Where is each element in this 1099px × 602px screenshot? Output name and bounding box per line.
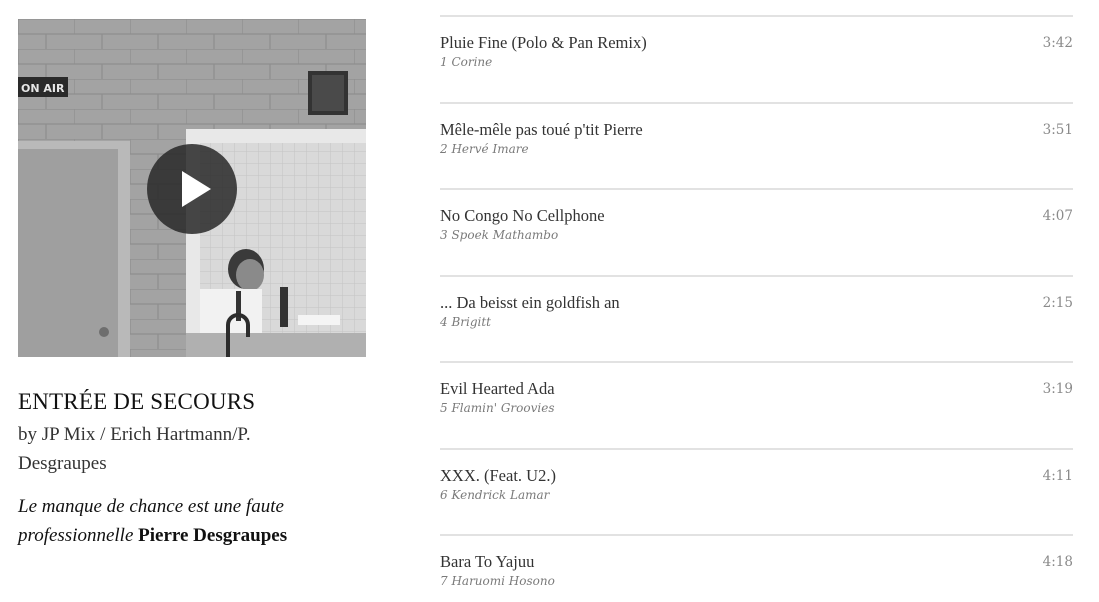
mix-credits: by JP Mix / Erich Hartmann/P. Desgraupes [18,424,251,474]
track-artist: 4 Brigitt [440,314,492,329]
track-artist: 2 Hervé Imare [440,141,529,156]
tracklist: Pluie Fine (Polo & Pan Remix) 1 Corine 3… [440,15,1073,602]
track-duration: 4:18 [1042,554,1073,570]
track-row[interactable]: ... Da beisst ein goldfish an 4 Brigitt … [440,274,1073,362]
track-row[interactable]: Mêle-mêle pas toué p'tit Pierre 2 Hervé … [440,101,1073,189]
track-duration: 3:19 [1042,381,1073,397]
track-title: Mêle-mêle pas toué p'tit Pierre [440,119,643,139]
track-title: Bara To Yajuu [440,552,535,571]
track-duration: 4:07 [1042,208,1073,224]
track-artist: 1 Corine [440,55,493,69]
track-title: Pluie Fine (Polo & Pan Remix) [440,33,647,52]
track-artist: 3 Spoek Mathambo [440,228,559,242]
track-title: XXX. (Feat. U2.) [440,465,556,485]
mix-quote: Le manque de chance est une faute profes… [18,492,358,550]
track-duration: 4:11 [1042,467,1073,484]
track-row[interactable]: No Congo No Cellphone 3 Spoek Mathambo 4… [440,188,1073,275]
track-duration: 3:51 [1042,121,1073,138]
mix-title: ENTRÉE DE SECOURS [18,389,256,414]
svg-text:ON AIR: ON AIR [21,82,65,95]
track-title: No Congo No Cellphone [440,206,605,225]
track-row[interactable]: Pluie Fine (Polo & Pan Remix) 1 Corine 3… [440,15,1073,102]
track-artist: 5 Flamin' Groovies [440,401,555,415]
track-duration: 2:15 [1042,294,1073,311]
mix-page: ON AIR ENTRÉE DE SECOURS by JP Mix / Eri… [0,0,1099,602]
track-row[interactable]: XXX. (Feat. U2.) 6 Kendrick Lamar 4:11 [440,447,1073,535]
play-icon [182,171,211,207]
track-artist: 6 Kendrick Lamar [440,487,550,502]
track-title: ... Da beisst ein goldfish an [440,292,620,312]
play-button[interactable] [147,144,237,234]
cover-image: ON AIR [18,19,366,357]
track-row[interactable]: Evil Hearted Ada 5 Flamin' Groovies 3:19 [440,361,1073,448]
track-duration: 3:42 [1042,35,1073,51]
quote-author: Pierre Desgraupes [138,525,288,546]
track-artist: 7 Haruomi Hosono [440,574,555,588]
track-row[interactable]: Bara To Yajuu 7 Haruomi Hosono 4:18 [440,534,1073,602]
track-title: Evil Hearted Ada [440,379,555,398]
